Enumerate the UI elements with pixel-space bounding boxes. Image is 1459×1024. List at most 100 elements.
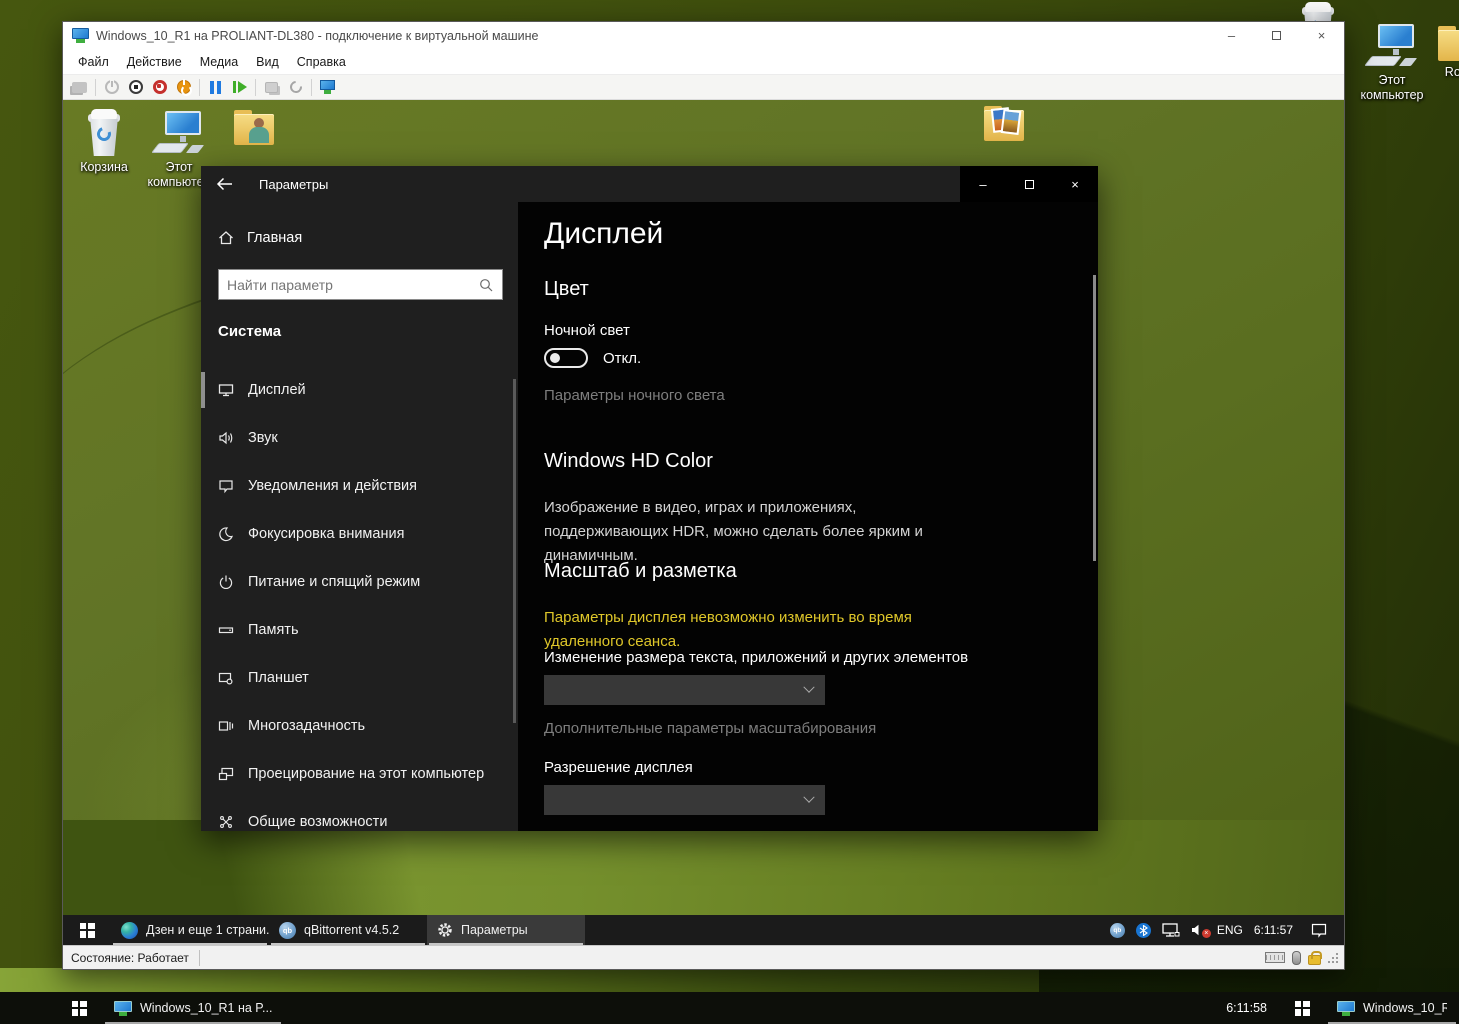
settings-maximize-button[interactable] — [1006, 166, 1052, 202]
vm-start-button[interactable] — [63, 915, 111, 945]
sidebar-item-label: Главная — [247, 230, 302, 246]
qbittorrent-icon: qb — [279, 922, 296, 939]
night-light-settings-link[interactable]: Параметры ночного света — [544, 387, 725, 404]
vmconnect-icon — [1337, 1001, 1355, 1016]
home-icon — [218, 230, 234, 246]
computer-icon — [1366, 24, 1418, 70]
vm-viewport: Корзина Этот компьютер — [63, 100, 1344, 945]
toolbar-separator — [199, 79, 200, 96]
turn-off-icon[interactable] — [127, 79, 144, 96]
resize-grip[interactable] — [1328, 953, 1338, 963]
taskbar-item-label: Windows_10_R1 на P... — [140, 1001, 272, 1015]
advanced-scaling-link[interactable]: Дополнительные параметры масштабирования — [544, 720, 876, 737]
host-clock[interactable]: 6:11:58 — [1226, 992, 1279, 1024]
scale-section-heading: Масштаб и разметка — [544, 560, 737, 583]
night-light-toggle[interactable] — [544, 348, 588, 368]
settings-title: Параметры — [259, 177, 328, 192]
back-arrow-icon — [216, 176, 233, 192]
back-button[interactable] — [201, 166, 247, 202]
menu-media[interactable]: Медиа — [191, 49, 247, 75]
host-taskbar-item-vm-monitor2[interactable]: Windows_10_R1 на P. — [1325, 992, 1459, 1024]
host-desktop-icon-folder[interactable]: Rom — [1428, 26, 1459, 80]
host-start-button-monitor2[interactable] — [1279, 992, 1325, 1024]
taskbar-item-qbittorrent[interactable]: qb qBittorrent v4.5.2 — [269, 915, 427, 945]
sidebar-item-multitasking[interactable]: Многозадачность — [201, 702, 518, 750]
search-icon[interactable] — [479, 278, 493, 292]
search-box[interactable] — [218, 269, 503, 300]
toolbar-separator — [95, 79, 96, 96]
sidebar-item-sound[interactable]: Звук — [201, 414, 518, 462]
menu-action[interactable]: Действие — [118, 49, 191, 75]
close-button[interactable]: × — [1299, 22, 1344, 49]
lock-icon — [1308, 955, 1321, 965]
sidebar-item-display[interactable]: Дисплей — [201, 366, 518, 414]
menu-file[interactable]: Файл — [69, 49, 118, 75]
sidebar-item-label: Многозадачность — [248, 718, 365, 734]
ctrl-alt-del-icon[interactable] — [71, 79, 88, 96]
menu-help[interactable]: Справка — [288, 49, 355, 75]
sidebar-item-home[interactable]: Главная — [201, 220, 518, 256]
mute-badge: × — [1202, 929, 1211, 938]
chevron-down-icon — [803, 792, 814, 803]
bluetooth-icon[interactable] — [1136, 923, 1151, 938]
vm-desktop-icon-pictures-folder[interactable] — [975, 106, 1033, 142]
windows-logo-icon — [1295, 1001, 1310, 1016]
sidebar-item-notifications[interactable]: Уведомления и действия — [201, 462, 518, 510]
vm-connection-window: Windows_10_R1 на PROLIANT-DL380 - подклю… — [62, 21, 1345, 970]
start-icon[interactable] — [103, 79, 120, 96]
sidebar-item-projecting[interactable]: Проецирование на этот компьютер — [201, 750, 518, 798]
host-desktop-icon-computer[interactable]: Этот компьютер — [1358, 24, 1426, 103]
action-center-icon[interactable] — [1311, 923, 1327, 938]
settings-close-button[interactable]: × — [1052, 166, 1098, 202]
qbittorrent-tray-icon[interactable]: qb — [1110, 923, 1125, 938]
save-state-icon[interactable] — [175, 79, 192, 96]
maximize-icon — [1272, 31, 1281, 40]
minimize-button[interactable]: – — [1209, 22, 1254, 49]
sidebar-item-tablet[interactable]: Планшет — [201, 654, 518, 702]
checkpoint-icon[interactable] — [263, 79, 280, 96]
display-icon — [218, 382, 234, 398]
sidebar-scrollbar[interactable] — [513, 379, 516, 723]
enhanced-session-icon[interactable] — [319, 79, 336, 96]
resolution-dropdown[interactable] — [544, 785, 825, 815]
host-taskbar-item-vm[interactable]: Windows_10_R1 на P... — [102, 992, 284, 1024]
search-input[interactable] — [219, 277, 479, 293]
revert-icon[interactable] — [287, 79, 304, 96]
taskbar-item-label: Дзен и еще 1 страни... — [146, 923, 269, 937]
open-window-indicator — [271, 943, 425, 945]
maximize-button[interactable] — [1254, 22, 1299, 49]
language-indicator[interactable]: ENG — [1217, 923, 1243, 937]
menu-view[interactable]: Вид — [247, 49, 288, 75]
taskbar-item-settings[interactable]: Параметры — [427, 915, 585, 945]
settings-titlebar[interactable]: Параметры – × — [201, 166, 1098, 202]
sidebar-item-power-sleep[interactable]: Питание и спящий режим — [201, 558, 518, 606]
color-section-heading: Цвет — [544, 278, 589, 301]
open-window-indicator — [429, 943, 583, 945]
toolbar-separator — [255, 79, 256, 96]
taskbar-item-edge[interactable]: Дзен и еще 1 страни... — [111, 915, 269, 945]
sidebar-item-label: Звук — [248, 430, 278, 446]
vm-clock[interactable]: 6:11:57 — [1254, 923, 1293, 937]
mouse-capture-icon[interactable] — [1292, 951, 1301, 965]
host-taskbar: Windows_10_R1 на P... 6:11:58 Windows_10… — [0, 992, 1459, 1024]
network-icon[interactable] — [1162, 923, 1180, 938]
sidebar-item-storage[interactable]: Память — [201, 606, 518, 654]
shutdown-icon[interactable] — [151, 79, 168, 96]
host-start-button[interactable] — [56, 992, 102, 1024]
pause-icon[interactable] — [207, 79, 224, 96]
vm-titlebar[interactable]: Windows_10_R1 на PROLIANT-DL380 - подклю… — [63, 22, 1344, 49]
taskbar-item-label: Параметры — [461, 923, 528, 937]
notifications-icon — [218, 478, 234, 494]
vm-desktop-icon-user-folder[interactable] — [225, 110, 283, 146]
settings-minimize-button[interactable]: – — [960, 166, 1006, 202]
vm-desktop-icon-recycle-bin[interactable]: Корзина — [73, 109, 135, 175]
sidebar-item-focus-assist[interactable]: Фокусировка внимания — [201, 510, 518, 558]
shared-experiences-icon — [218, 814, 234, 830]
keyboard-capture-icon[interactable] — [1265, 952, 1285, 963]
reset-icon[interactable] — [231, 79, 248, 96]
settings-sidebar: Главная Система — [201, 202, 518, 831]
volume-muted-icon[interactable]: × — [1191, 923, 1206, 937]
content-scrollbar[interactable] — [1093, 275, 1096, 561]
scale-dropdown[interactable] — [544, 675, 825, 705]
sidebar-item-shared-experiences[interactable]: Общие возможности — [201, 798, 518, 831]
